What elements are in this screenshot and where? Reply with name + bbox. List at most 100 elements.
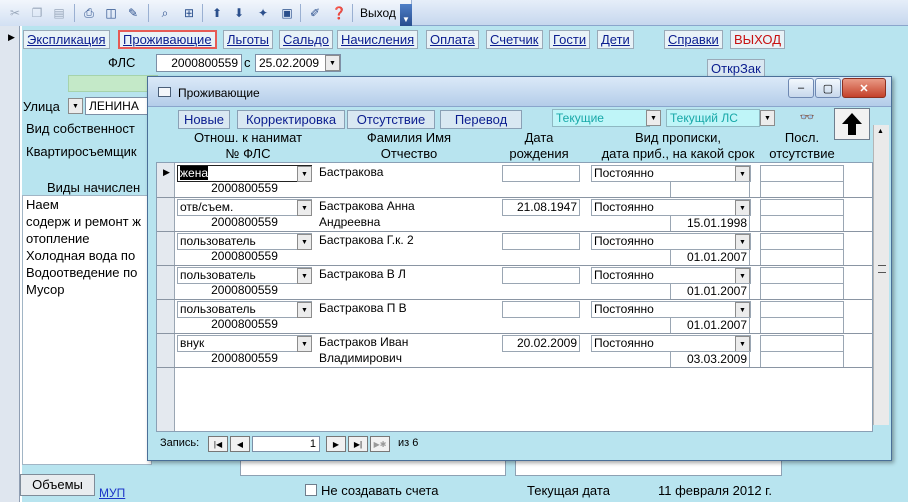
properties-icon[interactable]: ✐ (306, 4, 324, 22)
street-dropdown-icon[interactable]: ▼ (68, 98, 83, 114)
new-record-icon[interactable]: ▶✱ (370, 436, 390, 452)
name-cell[interactable]: Бастракова Анна (317, 199, 497, 216)
obemy-button[interactable]: Объемы (20, 474, 95, 496)
filter-apply-icon[interactable]: ▣ (278, 4, 296, 22)
relation-cell[interactable]: отв/съем. (177, 199, 312, 216)
birth-cell[interactable] (502, 267, 580, 284)
cut-icon[interactable]: ✂ (6, 4, 24, 22)
birth-cell[interactable] (502, 301, 580, 318)
relation-cell[interactable]: пользователь (177, 301, 312, 318)
absence-cell[interactable] (760, 267, 844, 284)
paste-icon[interactable]: ▤ (50, 4, 68, 22)
sort-descending-icon[interactable]: ⬇ (230, 4, 248, 22)
filter-current-select[interactable]: Текущие (552, 109, 650, 127)
registration-dropdown-icon[interactable]: ▼ (735, 302, 750, 318)
table-row[interactable]: отв/съем. ▼ 2000800559 Бастракова Анна А… (157, 197, 872, 232)
name-cell[interactable]: Бастракова П В (317, 301, 497, 318)
filter-icon[interactable]: ✦ (254, 4, 272, 22)
scroll-up-icon[interactable]: ▲ (877, 128, 884, 135)
table-row[interactable]: пользователь ▼ 2000800559 Бастракова П В… (157, 299, 872, 334)
name-cell[interactable]: Бастракова (317, 165, 497, 182)
absence-cell[interactable] (760, 301, 844, 318)
spravki-button[interactable]: Справки (664, 30, 723, 49)
sort-ascending-icon[interactable]: ⬆ (208, 4, 226, 22)
previous-record-icon[interactable]: ◀ (230, 436, 250, 452)
registration-type-cell[interactable]: Постоянно (591, 199, 751, 216)
first-record-icon[interactable]: |◀ (208, 436, 228, 452)
absence-cell-line2[interactable] (760, 283, 844, 300)
next-record-icon[interactable]: ▶ (326, 436, 346, 452)
relation-cell[interactable]: пользователь (177, 267, 312, 284)
absence-cell-line2[interactable] (760, 317, 844, 334)
binoculars-icon[interactable]: 👓 (797, 110, 817, 126)
absence-cell[interactable] (760, 199, 844, 216)
gosti-button[interactable]: Гости (549, 30, 591, 49)
date-dropdown-icon[interactable]: ▼ (325, 55, 340, 71)
absence-cell[interactable] (760, 233, 844, 250)
registration-date-cell[interactable]: 01.01.2007 (670, 249, 750, 266)
lgoty-button[interactable]: Льготы (223, 30, 274, 49)
list-item[interactable]: Водоотведение по (23, 264, 151, 281)
registration-dropdown-icon[interactable]: ▼ (735, 200, 750, 216)
relation-dropdown-icon[interactable]: ▼ (297, 302, 312, 318)
registration-date-cell[interactable]: 01.01.2007 (670, 283, 750, 300)
registration-dropdown-icon[interactable]: ▼ (735, 166, 750, 182)
absence-cell-line2[interactable] (760, 249, 844, 266)
relation-dropdown-icon[interactable]: ▼ (297, 336, 312, 352)
relation-dropdown-icon[interactable]: ▼ (297, 234, 312, 250)
korrektirovka-button[interactable]: Корректировка (237, 110, 345, 129)
registration-date-cell[interactable] (670, 181, 750, 198)
fls-field[interactable]: 2000800559 (156, 54, 242, 72)
find-icon[interactable]: ⌕ (156, 4, 174, 22)
list-item[interactable]: отопление (23, 230, 151, 247)
print-preview-icon[interactable]: ◫ (102, 4, 120, 22)
maximize-icon[interactable]: ▢ (815, 78, 841, 98)
registration-date-cell[interactable]: 03.03.2009 (670, 351, 750, 368)
registration-date-cell[interactable]: 01.01.2007 (670, 317, 750, 334)
relation-dropdown-icon[interactable]: ▼ (297, 166, 312, 182)
copy-icon[interactable]: ❐ (28, 4, 46, 22)
birth-cell[interactable] (502, 233, 580, 250)
registration-type-cell[interactable]: Постоянно (591, 267, 751, 284)
ne-sozdavat-checkbox[interactable] (305, 484, 317, 496)
schetchik-button[interactable]: Счетчик (486, 30, 543, 49)
registration-type-cell[interactable]: Постоянно (591, 335, 751, 352)
registration-dropdown-icon[interactable]: ▼ (735, 336, 750, 352)
name-cell[interactable]: Бастраков Иван (317, 335, 497, 352)
oplata-button[interactable]: Оплата (426, 30, 479, 49)
mup-link[interactable]: МУП (99, 486, 125, 500)
list-item[interactable]: Наем (23, 196, 151, 213)
list-item[interactable]: содерж и ремонт ж (23, 213, 151, 230)
minimize-icon[interactable]: – (788, 78, 814, 98)
registration-type-cell[interactable]: Постоянно (591, 165, 751, 182)
prozhivayushchie-button[interactable]: Проживающие (118, 30, 217, 49)
print-icon[interactable]: ⎙ (80, 4, 98, 22)
relation-cell[interactable]: жена (177, 165, 312, 182)
close-icon[interactable]: ✕ (842, 78, 886, 98)
absence-cell-line2[interactable] (760, 181, 844, 198)
birth-cell[interactable] (502, 165, 580, 182)
registration-date-cell[interactable]: 15.01.1998 (670, 215, 750, 232)
list-item[interactable]: Холодная вода по (23, 247, 151, 264)
registration-dropdown-icon[interactable]: ▼ (735, 234, 750, 250)
absence-cell-line2[interactable] (760, 351, 844, 368)
absence-cell-line2[interactable] (760, 215, 844, 232)
table-row[interactable]: пользователь ▼ 2000800559 Бастракова В Л… (157, 265, 872, 300)
relation-dropdown-icon[interactable]: ▼ (297, 200, 312, 216)
name-cell[interactable]: Бастракова Г.к. 2 (317, 233, 497, 250)
registration-type-cell[interactable]: Постоянно (591, 233, 751, 250)
absence-cell[interactable] (760, 165, 844, 182)
name-cell[interactable]: Бастракова В Л (317, 267, 497, 284)
absence-cell[interactable] (760, 335, 844, 352)
birth-cell[interactable]: 21.08.1947 (502, 199, 580, 216)
birth-cell[interactable]: 20.02.2009 (502, 335, 580, 352)
exit-toolbar-button[interactable]: Выход (358, 4, 398, 22)
registration-dropdown-icon[interactable]: ▼ (735, 268, 750, 284)
help-icon[interactable]: ❓ (330, 4, 348, 22)
relation-cell[interactable]: внук (177, 335, 312, 352)
vertical-scrollbar[interactable]: ▲ (873, 125, 889, 425)
filter-ls-select[interactable]: Текущий ЛС (666, 109, 760, 127)
deti-button[interactable]: Дети (597, 30, 634, 49)
toolbar-options-icon[interactable]: ▼ (400, 4, 412, 26)
filter-current-dropdown-icon[interactable]: ▼ (646, 110, 661, 126)
